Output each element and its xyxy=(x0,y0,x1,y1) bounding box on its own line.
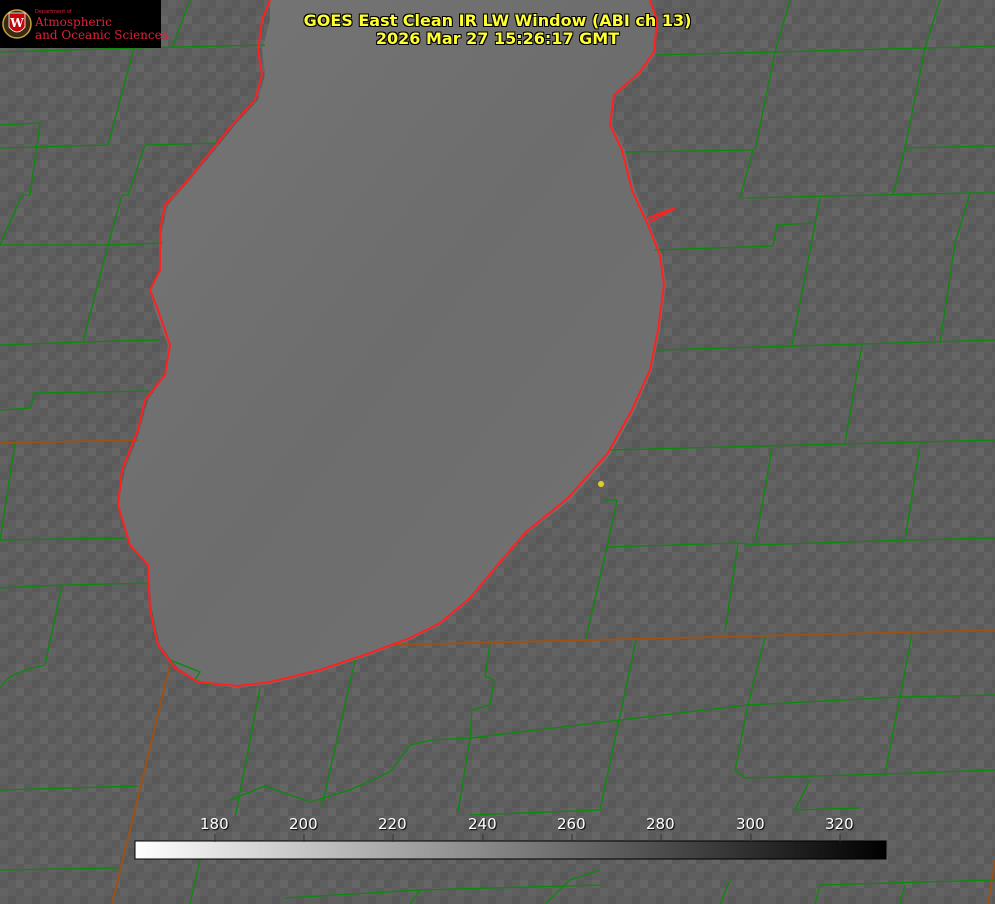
colorbar-tick-label: 320 xyxy=(825,815,854,833)
colorbar xyxy=(134,840,887,860)
location-marker xyxy=(598,481,604,487)
colorbar-tick-label: 280 xyxy=(646,815,675,833)
satellite-map xyxy=(0,0,995,904)
colorbar-tick-label: 260 xyxy=(557,815,586,833)
colorbar-tick-label: 180 xyxy=(200,815,229,833)
colorbar-tick-label: 300 xyxy=(736,815,765,833)
image-title: GOES East Clean IR LW Window (ABI ch 13) xyxy=(303,11,692,30)
colorbar-tick-label: 240 xyxy=(468,815,497,833)
colorbar-tick-label: 200 xyxy=(289,815,318,833)
colorbar-tick-label: 220 xyxy=(378,815,407,833)
image-timestamp: 2026 Mar 27 15:26:17 GMT xyxy=(375,29,620,48)
